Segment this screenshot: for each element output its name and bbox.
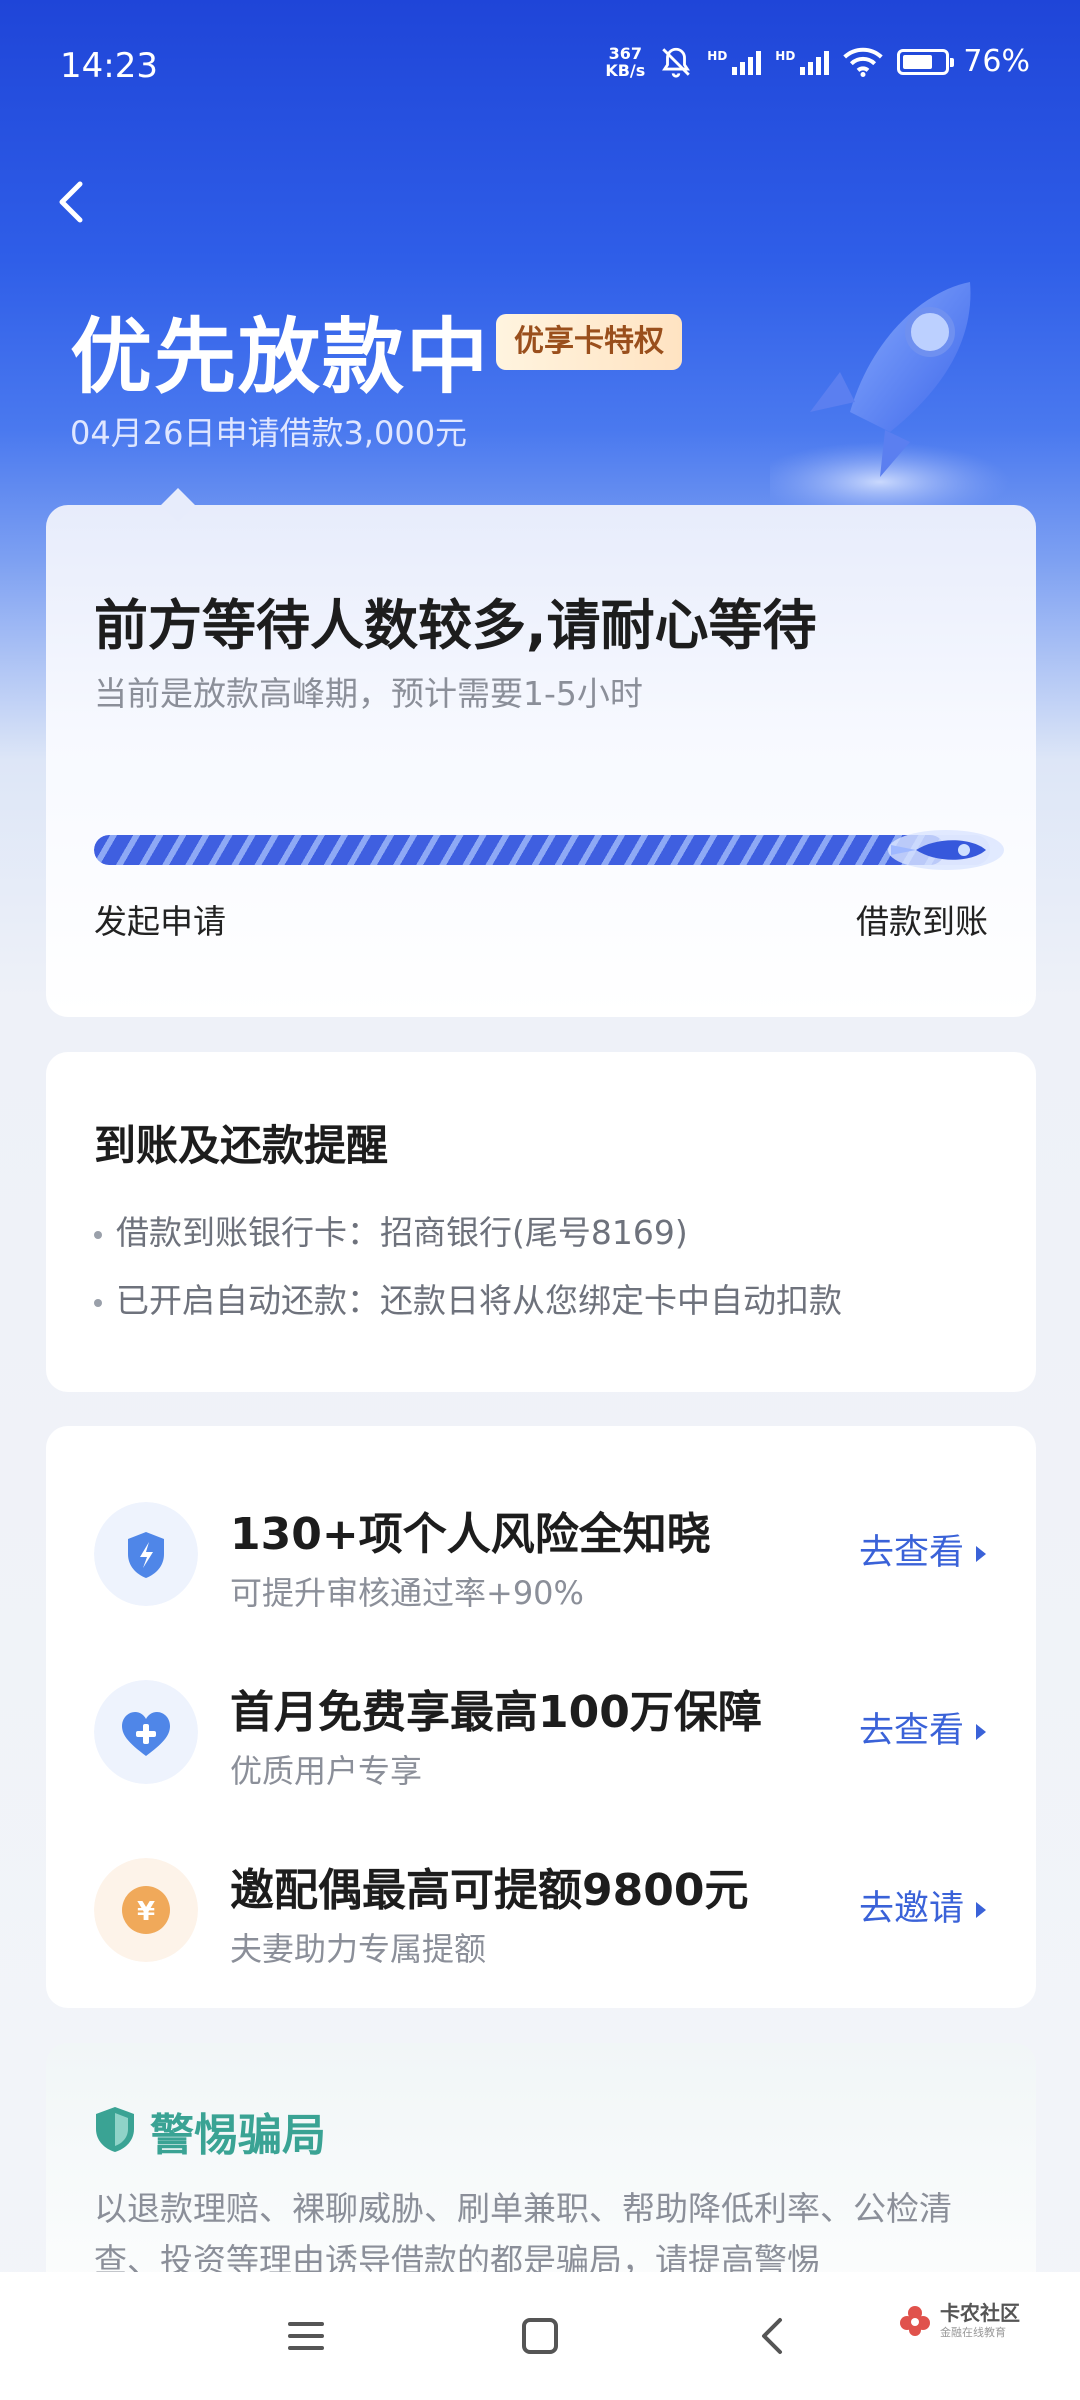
back-nav-icon[interactable] [748,2310,800,2362]
arrow-right-icon [976,1724,986,1740]
battery-icon [897,48,955,75]
battery-percent: 76% [963,44,1030,79]
heart-plus-icon [94,1680,198,1784]
service-row-invite[interactable]: ¥ 邀配偶最高可提额9800元 夫妻助力专属提额 去邀请 [46,1840,1036,2010]
hd-label: HD [707,48,728,63]
bank-card-text: 借款到账银行卡：招商银行(尾号8169) [116,1213,688,1252]
view-insurance-button[interactable]: 去查看 [859,1702,986,1753]
menu-icon[interactable] [280,2310,332,2362]
progress-start-label: 发起申请 [94,902,226,941]
auto-repay-line: 已开启自动还款：还款日将从您绑定卡中自动扣款 [94,1274,842,1322]
fraud-warning-title: 警惕骗局 [150,2110,326,2161]
progress-track [94,835,990,865]
arrow-right-icon [976,1546,986,1562]
invite-spouse-label: 去邀请 [858,1889,964,1929]
reminder-title: 到账及还款提醒 [94,1121,389,1170]
service-row-risk[interactable]: 130+项个人风险全知晓 可提升审核通过率+90% 去查看 [46,1484,1036,1654]
back-arrow-icon[interactable] [40,170,104,234]
service-title: 首月免费享最高100万保障 [230,1687,762,1738]
flower-logo-icon [900,2306,930,2336]
reminder-card: 到账及还款提醒 借款到账银行卡：招商银行(尾号8169) 已开启自动还款：还款日… [46,1052,1036,1392]
watermark: 卡农社区 金融在线教育 [898,2302,1020,2340]
service-row-insurance[interactable]: 首月免费享最高100万保障 优质用户专享 去查看 [46,1662,1036,1832]
waiting-subtitle: 当前是放款高峰期，预计需要1-5小时 [94,674,643,713]
invite-spouse-button[interactable]: 去邀请 [859,1880,986,1931]
loan-progress-card: 前方等待人数较多,请耐心等待 当前是放款高峰期，预计需要1-5小时 发起申请 借… [46,488,1036,1017]
shield-bolt-icon [94,1502,198,1606]
net-speed-value: 367 [608,43,642,63]
page-title: 优先放款中 [70,310,491,405]
net-speed: 367 KB/s [605,45,645,79]
view-risk-button[interactable]: 去查看 [859,1524,986,1575]
service-title: 130+项个人风险全知晓 [230,1509,711,1560]
waiting-title: 前方等待人数较多,请耐心等待 [94,594,817,657]
service-desc: 可提升审核通过率+90% [230,1574,584,1612]
progress-rocket-icon [888,830,1004,870]
view-insurance-label: 去查看 [858,1711,964,1751]
vip-privilege-badge: 优享卡特权 [496,314,682,370]
yuan-coin-icon: ¥ [94,1858,198,1962]
signal-icon: HD [707,48,762,75]
service-desc: 夫妻助力专属提额 [230,1930,487,1968]
services-card: 130+项个人风险全知晓 可提升审核通过率+90% 去查看 首月免费享最高100… [46,1426,1036,2008]
system-nav-bar: 卡农社区 金融在线教育 [0,2272,1080,2400]
hd-label-2: HD [775,48,796,63]
progress-end-label: 借款到账 [856,902,988,941]
home-icon[interactable] [514,2310,566,2362]
wifi-icon [843,47,884,77]
net-speed-unit: KB/s [605,60,646,80]
auto-repay-text: 已开启自动还款：还款日将从您绑定卡中自动扣款 [116,1281,842,1320]
watermark-sub: 金融在线教育 [940,2326,1006,2339]
status-icons: 367 KB/s HD HD 76% [605,44,1030,79]
watermark-name: 卡农社区 [940,2301,1020,2325]
service-desc: 优质用户专享 [230,1752,423,1790]
service-title: 邀配偶最高可提额9800元 [230,1865,749,1916]
rocket-illustration-icon [770,282,1010,512]
bank-card-line: 借款到账银行卡：招商银行(尾号8169) [94,1206,688,1254]
arrow-right-icon [976,1902,986,1918]
svg-text:¥: ¥ [137,1897,155,1927]
view-risk-label: 去查看 [858,1533,964,1573]
signal-icon-2: HD [775,48,830,75]
progress-bar [94,835,946,865]
status-time: 14:23 [60,46,158,86]
bell-muted-icon [662,47,691,78]
shield-check-icon [96,2107,134,2152]
loan-application-info: 04月26日申请借款3,000元 [70,414,468,452]
